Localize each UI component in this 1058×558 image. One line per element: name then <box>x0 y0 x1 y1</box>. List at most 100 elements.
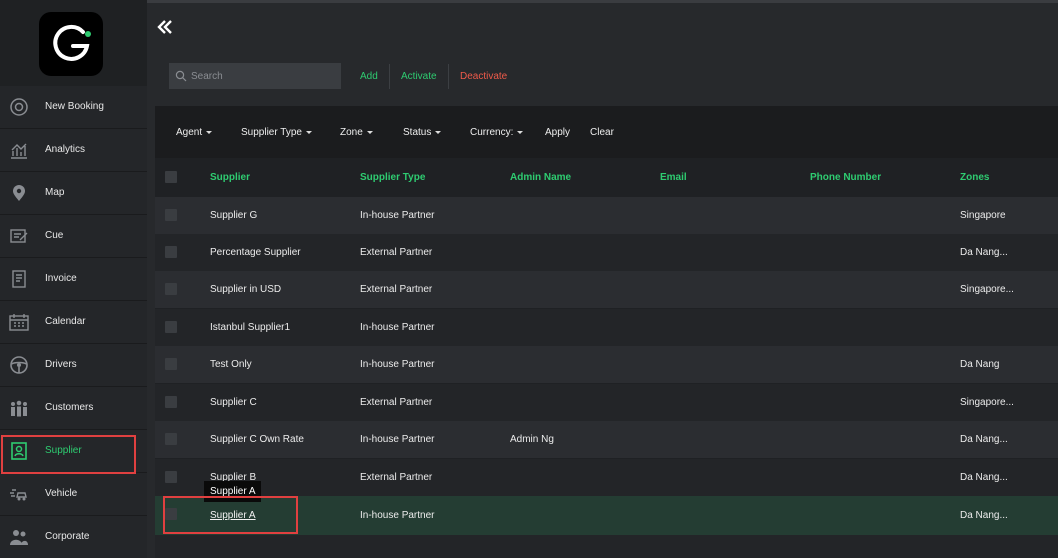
column-header-phone-number[interactable]: Phone Number <box>810 172 881 183</box>
steering-wheel-icon <box>10 356 28 374</box>
sidebar-item-label: Map <box>45 187 65 198</box>
cell-supplier-type: In-house Partner <box>360 322 435 333</box>
sidebar-item-analytics[interactable]: Analytics <box>0 129 147 172</box>
sidebar-item-label: Cue <box>45 230 64 241</box>
collapse-sidebar-icon[interactable] <box>156 18 174 36</box>
cell-zones: Da Nang <box>960 359 1000 370</box>
row-checkbox[interactable] <box>165 283 177 295</box>
status-filter-label: Status <box>403 127 432 138</box>
select-all-checkbox[interactable] <box>165 171 177 183</box>
table-row[interactable]: Supplier in USD External Partner Singapo… <box>155 271 1058 308</box>
sidebar-item-supplier[interactable]: Supplier <box>0 430 147 473</box>
column-header-email[interactable]: Email <box>660 172 687 183</box>
top-border <box>0 0 1058 3</box>
sidebar-item-vehicle[interactable]: Vehicle <box>0 473 147 516</box>
plus-circle-icon <box>10 98 28 116</box>
sidebar-item-label: Vehicle <box>45 488 78 499</box>
activate-button[interactable]: Activate <box>401 71 437 82</box>
sidebar-item-label: Calendar <box>45 316 86 327</box>
sidebar-item-label: Drivers <box>45 359 77 370</box>
cell-supplier-type: External Partner <box>360 247 433 258</box>
sidebar-item-label: Invoice <box>45 273 77 284</box>
zone-filter-dropdown[interactable]: Zone <box>340 127 373 138</box>
cell-zones: Singapore... <box>960 397 1014 408</box>
analytics-icon <box>11 143 27 159</box>
caret-down-icon <box>206 130 213 134</box>
cell-supplier[interactable]: Percentage Supplier <box>210 247 301 258</box>
search-icon <box>175 70 187 82</box>
sidebar-item-new-booking[interactable]: New Booking <box>0 86 147 129</box>
sidebar-item-calendar[interactable]: Calendar <box>0 301 147 344</box>
row-checkbox[interactable] <box>165 358 177 370</box>
sidebar-item-drivers[interactable]: Drivers <box>0 344 147 387</box>
table-row[interactable]: Supplier C Own Rate In-house Partner Adm… <box>155 421 1058 458</box>
apply-filters-button[interactable]: Apply <box>545 127 570 138</box>
sidebar: New Booking Analytics Map Cue Invoice Ca… <box>0 0 147 558</box>
row-checkbox[interactable] <box>165 246 177 258</box>
sidebar-item-cue[interactable]: Cue <box>0 215 147 258</box>
cell-zones: Da Nang... <box>960 472 1008 483</box>
sidebar-item-label: Supplier <box>45 445 82 456</box>
cell-zones: Da Nang... <box>960 247 1008 258</box>
cell-zones: Da Nang... <box>960 434 1008 445</box>
currency-filter-label: Currency: <box>470 127 514 138</box>
clear-filters-button[interactable]: Clear <box>590 127 614 138</box>
cell-zones: Da Nang... <box>960 510 1008 521</box>
cell-supplier-type: In-house Partner <box>360 359 435 370</box>
deactivate-button[interactable]: Deactivate <box>460 71 507 82</box>
sidebar-item-label: Analytics <box>45 144 86 155</box>
table-row[interactable]: Supplier B External Partner Da Nang... <box>155 459 1058 496</box>
cell-supplier[interactable]: Supplier C <box>210 397 257 408</box>
currency-filter-dropdown[interactable]: Currency: <box>470 127 524 138</box>
logo-icon <box>53 24 91 61</box>
sidebar-item-label: Corporate <box>45 531 90 542</box>
row-checkbox[interactable] <box>165 209 177 221</box>
sidebar-item-map[interactable]: Map <box>0 172 147 215</box>
sidebar-item-label: Customers <box>45 402 94 413</box>
row-checkbox[interactable] <box>165 471 177 483</box>
column-header-supplier[interactable]: Supplier <box>210 172 250 183</box>
table-row[interactable]: Supplier C External Partner Singapore... <box>155 384 1058 421</box>
sidebar-item-corporate[interactable]: Corporate <box>0 516 147 558</box>
column-header-supplier-type[interactable]: Supplier Type <box>360 172 425 183</box>
cell-supplier-type: External Partner <box>360 284 433 295</box>
customers-icon <box>11 400 27 417</box>
column-header-admin-name[interactable]: Admin Name <box>510 172 571 183</box>
row-checkbox[interactable] <box>165 508 177 520</box>
table-row-partial <box>155 535 1058 558</box>
cell-supplier[interactable]: Supplier in USD <box>210 284 281 295</box>
status-filter-dropdown[interactable]: Status <box>403 127 442 138</box>
table-row[interactable]: Percentage Supplier External Partner Da … <box>155 234 1058 271</box>
cell-supplier-link[interactable]: Supplier A <box>210 510 256 521</box>
app-logo[interactable] <box>39 12 103 76</box>
cell-supplier[interactable]: Test Only <box>210 359 252 370</box>
table-row-hovered[interactable]: Supplier A In-house Partner Da Nang... <box>155 496 1058 535</box>
cell-supplier[interactable]: Istanbul Supplier1 <box>210 322 290 333</box>
cell-supplier[interactable]: Supplier C Own Rate <box>210 434 304 445</box>
sidebar-item-invoice[interactable]: Invoice <box>0 258 147 301</box>
hover-tooltip: Supplier A <box>204 481 261 502</box>
agent-filter-dropdown[interactable]: Agent <box>176 127 213 138</box>
search-input[interactable] <box>169 63 341 89</box>
supplier-type-filter-dropdown[interactable]: Supplier Type <box>241 127 312 138</box>
cell-supplier-type: In-house Partner <box>360 434 435 445</box>
column-header-zones[interactable]: Zones <box>960 172 989 183</box>
cell-supplier[interactable]: Supplier G <box>210 210 257 221</box>
row-checkbox[interactable] <box>165 321 177 333</box>
zone-filter-label: Zone <box>340 127 363 138</box>
caret-down-icon <box>366 130 373 134</box>
table-row[interactable]: Supplier G In-house Partner Singapore <box>155 197 1058 234</box>
table-row[interactable]: Test Only In-house Partner Da Nang <box>155 346 1058 383</box>
row-checkbox[interactable] <box>165 433 177 445</box>
sidebar-item-customers[interactable]: Customers <box>0 387 147 430</box>
cell-zones: Singapore... <box>960 284 1014 295</box>
table-row[interactable]: Istanbul Supplier1 In-house Partner <box>155 309 1058 346</box>
supplier-type-filter-label: Supplier Type <box>241 127 302 138</box>
caret-down-icon <box>305 130 312 134</box>
calendar-icon <box>9 314 29 331</box>
cell-admin-name: Admin Ng <box>510 434 554 445</box>
table-header <box>155 158 1058 196</box>
row-checkbox[interactable] <box>165 396 177 408</box>
add-button[interactable]: Add <box>360 71 378 82</box>
map-pin-icon <box>13 185 25 201</box>
